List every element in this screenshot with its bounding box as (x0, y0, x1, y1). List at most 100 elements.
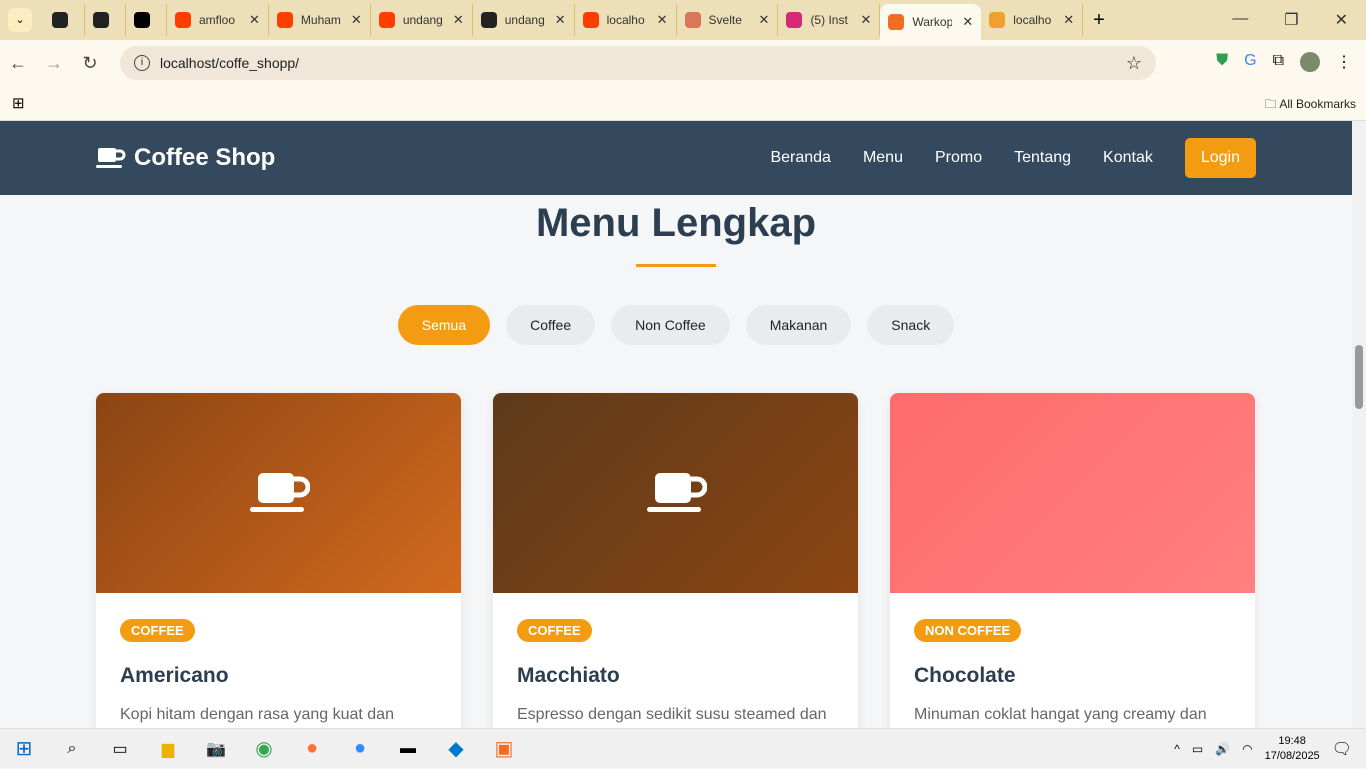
bookmark-star-icon[interactable]: ☆ (1126, 53, 1142, 74)
camera-app-icon[interactable]: 📷 (192, 729, 240, 769)
browser-tab[interactable]: undang ✕ (371, 4, 473, 36)
adblock-extension-icon[interactable]: ⛊ (1216, 52, 1228, 72)
tab-title: undang (402, 13, 443, 27)
extensions-icon[interactable]: ⧉ (1273, 52, 1284, 72)
nav-kontak[interactable]: Kontak (1103, 149, 1153, 167)
category-badge: COFFEE (120, 619, 195, 642)
restore-button[interactable]: ❐ (1284, 10, 1298, 30)
browser-tab[interactable]: (5) Inst ✕ (778, 4, 881, 36)
browser-tab[interactable]: amfloo ✕ (167, 4, 269, 36)
all-bookmarks-button[interactable]: 🗀 All Bookmarks (1265, 95, 1356, 116)
tab-close-icon[interactable]: ✕ (351, 12, 362, 28)
phpmyadmin-icon (989, 12, 1006, 28)
notifications-icon[interactable]: 🗨 (1332, 739, 1352, 759)
back-button[interactable]: ← (0, 53, 36, 74)
chrome-icon[interactable]: ◉ (240, 729, 288, 769)
tray-chevron-icon[interactable]: ^ (1174, 742, 1180, 756)
minimize-button[interactable]: — (1232, 10, 1248, 30)
new-tab-button[interactable]: + (1083, 9, 1115, 32)
tab-title: Svelte (708, 13, 742, 27)
clock-time: 19:48 (1278, 734, 1306, 747)
firefox-icon[interactable]: ● (288, 729, 336, 769)
translate-extension-icon[interactable]: G (1244, 52, 1256, 72)
filter-semua[interactable]: Semua (397, 305, 491, 345)
terminal-icon[interactable]: ▬ (384, 729, 432, 769)
zoom-icon[interactable]: ● (336, 729, 384, 769)
browser-tab[interactable]: Warkop ✕ (880, 4, 982, 40)
login-button[interactable]: Login (1184, 138, 1256, 178)
start-button[interactable]: ⊞ (0, 729, 48, 769)
tab-close-icon[interactable]: ✕ (657, 12, 668, 28)
category-badge: COFFEE (517, 619, 592, 642)
item-name: Americano (120, 664, 229, 687)
filter-non-coffee[interactable]: Non Coffee (611, 305, 730, 345)
item-name: Macchiato (517, 664, 620, 687)
vscode-icon[interactable]: ◆ (432, 729, 480, 769)
filter-coffee[interactable]: Coffee (506, 305, 596, 345)
browser-tab[interactable]: Muham ✕ (269, 4, 371, 36)
url-text: localhost/coffe_shopp/ (160, 55, 300, 71)
tab-close-icon[interactable]: ✕ (555, 12, 566, 28)
tab-search-button[interactable]: ⌄ (8, 8, 32, 32)
scrollbar-thumb[interactable] (1355, 345, 1363, 409)
page-scrollbar[interactable] (1352, 121, 1366, 728)
coffee-cup-icon (646, 473, 707, 512)
nav-tentang[interactable]: Tentang (1014, 149, 1071, 167)
tab-close-icon[interactable]: ✕ (962, 14, 973, 30)
nav-menu[interactable]: Menu (863, 149, 903, 167)
apps-grid-icon[interactable]: ⊞ (12, 94, 25, 112)
browser-tab[interactable]: Svelte ✕ (677, 4, 779, 36)
search-icon[interactable]: ⌕ (48, 729, 96, 769)
item-description: Espresso dengan sedikit susu steamed dan… (517, 706, 827, 723)
browser-tab[interactable] (85, 4, 126, 36)
nav-beranda[interactable]: Beranda (770, 149, 831, 167)
volume-icon[interactable]: 🔊 (1215, 742, 1230, 756)
menu-card[interactable]: COFFEE Americano Kopi hitam dengan rasa … (96, 393, 461, 728)
wifi-icon[interactable]: ◠ (1242, 742, 1252, 756)
task-view-icon[interactable]: ▭ (96, 729, 144, 769)
title-underline (636, 264, 716, 267)
forward-button[interactable]: → (36, 53, 72, 74)
browser-tab[interactable] (44, 4, 85, 36)
all-bookmarks-label: All Bookmarks (1279, 97, 1356, 111)
tab-title: Muham (300, 13, 341, 27)
card-image (96, 393, 461, 593)
tab-close-icon[interactable]: ✕ (249, 12, 260, 28)
clock-date: 17/08/2025 (1264, 749, 1320, 762)
nav-promo[interactable]: Promo (935, 149, 982, 167)
coffee-cup-icon (249, 473, 310, 512)
xampp-icon (888, 14, 905, 30)
filter-makanan[interactable]: Makanan (745, 305, 852, 345)
battery-icon[interactable]: ▭ (1192, 742, 1203, 756)
web-page: Coffee Shop Beranda Menu Promo Tentang K… (0, 121, 1352, 728)
tab-close-icon[interactable]: ✕ (453, 12, 464, 28)
xampp-icon[interactable]: ▣ (480, 729, 528, 769)
browser-tab[interactable]: localho ✕ (981, 4, 1084, 36)
address-bar[interactable]: i localhost/coffe_shopp/ ☆ (120, 46, 1156, 80)
tab-close-icon[interactable]: ✕ (759, 12, 770, 28)
tab-strip: ⌄ amfloo ✕ Muham ✕ undang ✕ undang ✕ localho ✕ Sve… (0, 0, 1366, 40)
browser-tab[interactable]: undang ✕ (473, 4, 575, 36)
browser-tab[interactable] (126, 4, 167, 36)
menu-card[interactable]: COFFEE Macchiato Espresso dengan sedikit… (493, 393, 858, 728)
github-icon (93, 12, 109, 28)
browser-tab[interactable]: localho ✕ (575, 4, 677, 36)
tab-close-icon[interactable]: ✕ (1063, 12, 1074, 28)
reload-button[interactable]: ↻ (72, 53, 108, 74)
toolbar: ← → ↻ i localhost/coffe_shopp/ ☆ ⛊ G ⧉ ⋮ (0, 40, 1366, 86)
site-header: Coffee Shop Beranda Menu Promo Tentang K… (0, 121, 1352, 195)
file-explorer-icon[interactable]: ▆ (144, 729, 192, 769)
close-window-button[interactable]: ✕ (1335, 10, 1348, 30)
site-info-icon[interactable]: i (134, 55, 150, 71)
menu-card[interactable]: NON COFFEE Chocolate Minuman coklat hang… (890, 393, 1255, 728)
tab-title: localho (1013, 13, 1052, 27)
tab-close-icon[interactable]: ✕ (860, 12, 871, 28)
clock[interactable]: 19:48 17/08/2025 (1265, 734, 1320, 764)
profile-avatar[interactable] (1300, 52, 1320, 72)
brand-logo[interactable]: Coffee Shop (96, 144, 275, 172)
browser-menu-icon[interactable]: ⋮ (1336, 52, 1352, 72)
category-badge: NON COFFEE (914, 619, 1022, 642)
card-image (493, 393, 858, 593)
tab-title: (5) Inst (810, 13, 848, 27)
filter-snack[interactable]: Snack (867, 305, 955, 345)
